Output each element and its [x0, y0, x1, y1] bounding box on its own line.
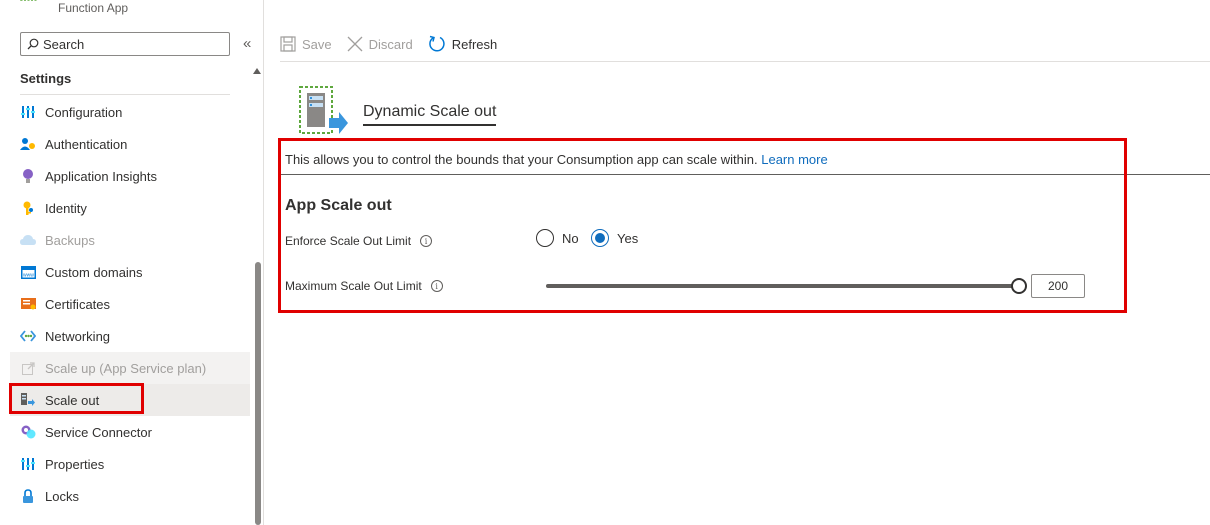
section-divider: [20, 94, 230, 95]
scale-out-hero-icon: [299, 86, 348, 134]
sidebar-item-label: Backups: [45, 232, 95, 248]
toolbar-divider: [280, 61, 1210, 62]
command-bar: Save Discard Refresh: [280, 30, 512, 58]
refresh-button[interactable]: Refresh: [428, 35, 498, 53]
sidebar-item-label: Networking: [45, 328, 111, 344]
sidebar-scrollbar[interactable]: [250, 64, 263, 525]
resource-type-label: Function App: [58, 1, 129, 15]
sidebar-divider: [263, 0, 264, 525]
sidebar-item-custom-domains[interactable]: www Custom domains: [10, 256, 250, 288]
scroll-up-arrow-icon[interactable]: [253, 68, 261, 74]
search-placeholder: Search: [43, 36, 85, 52]
sidebar-item-application-insights[interactable]: Application Insights: [10, 160, 250, 192]
settings-highlight-box: [278, 138, 1127, 313]
authentication-icon: [20, 136, 36, 152]
scrollbar-thumb[interactable]: [255, 262, 261, 525]
save-icon: [280, 36, 296, 52]
sidebar-item-configuration[interactable]: Configuration: [10, 96, 250, 128]
sidebar-item-networking[interactable]: Networking: [10, 320, 250, 352]
sidebar-item-label: Application Insights: [45, 168, 158, 184]
collapse-menu-button[interactable]: «: [243, 35, 251, 52]
sidebar-item-label: Identity: [45, 200, 87, 216]
lock-icon: [20, 488, 36, 504]
sidebar-item-label: Authentication: [45, 136, 128, 152]
networking-icon: [20, 328, 36, 344]
sidebar-item-certificates[interactable]: Certificates: [10, 288, 250, 320]
sidebar-item-backups[interactable]: Backups: [10, 224, 250, 256]
scale-out-highlight-box: [9, 383, 144, 414]
application-insights-icon: [20, 168, 36, 184]
sidebar-item-identity[interactable]: Identity: [10, 192, 250, 224]
sidebar-item-label: Service Connector: [45, 424, 152, 440]
refresh-label: Refresh: [451, 36, 498, 52]
refresh-icon: [428, 35, 445, 52]
sidebar-item-authentication[interactable]: Authentication: [10, 128, 250, 160]
function-app-logo-icon: [20, 0, 38, 1]
sidebar-item-label: Configuration: [45, 104, 123, 120]
backups-icon: [20, 232, 36, 248]
sidebar-item-label: Scale up (App Service plan): [45, 360, 207, 376]
search-icon: [27, 38, 39, 50]
identity-icon: [20, 200, 36, 216]
svg-text:www: www: [23, 272, 34, 278]
custom-domains-icon: www: [20, 264, 36, 280]
properties-icon: [20, 456, 36, 472]
sidebar-item-properties[interactable]: Properties: [10, 448, 250, 480]
settings-section-heading: Settings: [20, 71, 72, 86]
configuration-icon: [20, 104, 36, 120]
close-icon: [347, 36, 363, 52]
sidebar-item-service-connector[interactable]: Service Connector: [10, 416, 250, 448]
save-label: Save: [302, 36, 332, 52]
save-button[interactable]: Save: [280, 36, 332, 52]
sidebar-item-label: Custom domains: [45, 264, 143, 280]
resource-menu-sidebar: Function App Search « Settings Configura…: [0, 0, 263, 525]
sidebar-item-label: Certificates: [45, 296, 111, 312]
sidebar-item-label: Locks: [45, 488, 79, 504]
sidebar-item-label: Properties: [45, 456, 105, 472]
page-title: Dynamic Scale out: [363, 103, 497, 126]
sidebar-item-scale-up[interactable]: Scale up (App Service plan): [10, 352, 250, 384]
discard-button[interactable]: Discard: [347, 36, 413, 52]
sidebar-item-locks[interactable]: Locks: [10, 480, 250, 512]
service-connector-icon: [20, 424, 36, 440]
discard-label: Discard: [368, 36, 413, 52]
scale-up-icon: [20, 360, 36, 376]
certificates-icon: [20, 296, 36, 312]
search-input[interactable]: Search: [20, 32, 230, 56]
